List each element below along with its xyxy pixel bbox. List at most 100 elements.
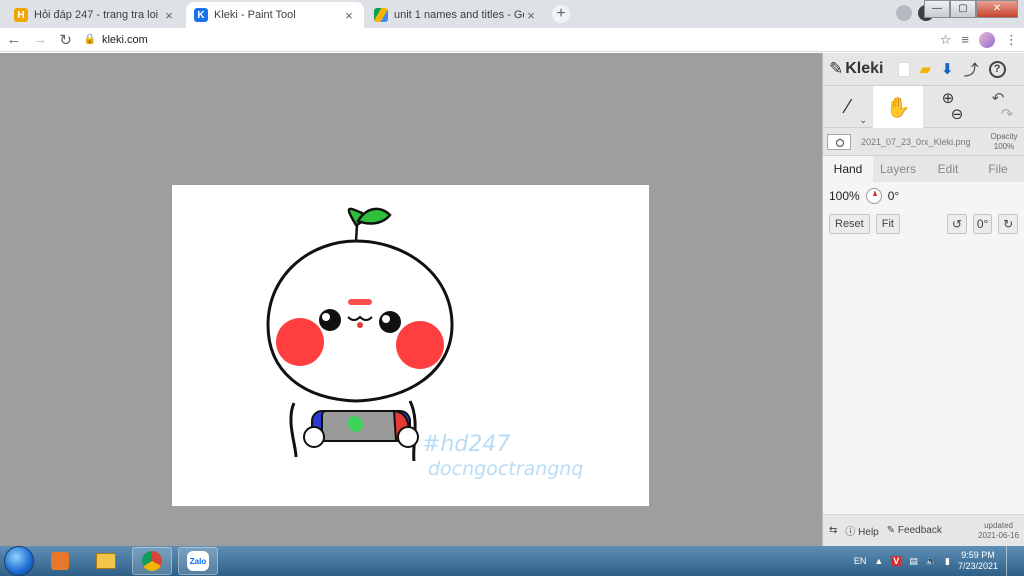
file-name: 2021_07_23_0rx_Kleki.png: [861, 136, 971, 147]
feedback-link[interactable]: ✎ Feedback: [887, 525, 942, 536]
taskbar-media-player[interactable]: [40, 547, 80, 575]
tab-title: Hỏi đáp 247 - trang tra loi: [34, 9, 159, 21]
eye-right: [379, 311, 401, 333]
chevron-down-icon[interactable]: ⌄: [859, 115, 867, 126]
language-indicator[interactable]: EN: [854, 556, 867, 566]
hand-tool-settings: 100% 0° Reset Fit ↺ 0° ↻: [823, 182, 1024, 542]
zoom-tool: ⊕ ⊖: [923, 86, 973, 128]
browser-toolbar: ← → ↻ 🔒 kleki.com ☆ ≡ ⋮: [0, 28, 1024, 52]
fit-button[interactable]: Fit: [875, 214, 900, 234]
tab-close-icon[interactable]: ×: [162, 8, 176, 23]
blush-right: [396, 321, 444, 369]
browser-tabstrip: H Hỏi đáp 247 - trang tra loi × K Kleki …: [0, 0, 1024, 28]
sprout-stem: [354, 224, 359, 242]
tab-hand[interactable]: Hand: [823, 156, 873, 182]
open-folder-icon[interactable]: ▰: [920, 60, 932, 78]
window-controls: — ▢ ✕: [924, 0, 1018, 18]
chrome-icon: [142, 551, 162, 571]
drawing-illustration: #hd247 docngoctrangnq: [266, 207, 583, 480]
new-file-icon[interactable]: [897, 61, 910, 77]
hoidap-favicon-icon: H: [14, 8, 28, 22]
chrome-menu-icon[interactable]: ⋮: [1005, 32, 1018, 48]
undo-icon[interactable]: ↶: [992, 91, 1005, 107]
compass-icon: [865, 188, 882, 204]
tab-close-icon[interactable]: ×: [524, 8, 538, 23]
drive-favicon-icon: [374, 8, 388, 22]
help-link[interactable]: ⓘ Help: [845, 523, 878, 538]
zoom-out-icon[interactable]: ⊖: [951, 107, 964, 123]
system-tray: EN ▲ V ▤ 🔈 ▮ 9:59 PM 7/23/2021: [854, 546, 1016, 576]
signal-icon[interactable]: ▮: [945, 556, 950, 567]
eye-left: [319, 309, 341, 331]
tab-title: Kleki - Paint Tool: [214, 9, 296, 21]
hand-left: [303, 426, 325, 448]
canvas-thumbnail: [827, 133, 851, 150]
sprout-leaf-right: [356, 207, 392, 225]
hand-tool-button[interactable]: ✋: [873, 86, 923, 128]
brush-icon: ⁄: [846, 95, 850, 118]
reading-list-icon[interactable]: ≡: [961, 32, 969, 47]
tab-google-drive[interactable]: unit 1 names and titles - Google ×: [366, 2, 546, 28]
rotate-right-icon[interactable]: ↻: [998, 214, 1019, 234]
kleki-favicon-icon: K: [194, 8, 208, 22]
redo-icon[interactable]: ↷: [1001, 107, 1014, 123]
brow-mark: [348, 299, 372, 305]
help-icon[interactable]: ?: [988, 60, 1006, 78]
bookmark-star-icon[interactable]: ☆: [940, 32, 952, 48]
tab-hoidap[interactable]: H Hỏi đáp 247 - trang tra loi ×: [6, 2, 184, 28]
network-icon[interactable]: ▤: [909, 556, 918, 567]
close-window-button[interactable]: ✕: [976, 0, 1018, 18]
taskbar-chrome[interactable]: [132, 547, 172, 575]
reload-icon[interactable]: ↻: [54, 31, 78, 49]
profile-avatar[interactable]: [979, 31, 996, 48]
share-icon[interactable]: ⤴: [964, 59, 979, 80]
taskbar-clock[interactable]: 9:59 PM 7/23/2021: [958, 550, 998, 572]
kleki-logo[interactable]: ✎ Kleki: [829, 59, 884, 79]
back-arrow-icon[interactable]: ←: [2, 31, 26, 48]
zoom-in-icon[interactable]: ⊕: [942, 91, 955, 107]
body-left: [289, 402, 298, 458]
download-save-icon[interactable]: ⬇: [941, 60, 954, 78]
rotate-left-icon[interactable]: ↺: [947, 214, 967, 234]
taskbar-zalo[interactable]: Zalo: [178, 547, 218, 575]
canvas-area[interactable]: #hd247 docngoctrangnq: [0, 53, 822, 546]
kleki-logo-text: Kleki: [845, 60, 884, 77]
tab-title: unit 1 names and titles - Google: [394, 9, 524, 21]
antivirus-tray-icon[interactable]: V: [891, 556, 902, 566]
drawing-canvas[interactable]: #hd247 docngoctrangnq: [172, 185, 649, 506]
panel-tabs: Hand Layers Edit File: [823, 156, 1024, 182]
address-bar[interactable]: 🔒 kleki.com: [84, 30, 940, 50]
volume-icon[interactable]: 🔈: [926, 556, 937, 567]
folder-icon: [96, 553, 116, 569]
show-desktop-button[interactable]: [1006, 546, 1016, 576]
rotation-angle: 0°: [887, 189, 900, 203]
brush-tool-button[interactable]: ⁄ ⌄: [823, 86, 873, 128]
tray-chevron-icon[interactable]: ▲: [874, 556, 883, 566]
extension-icon[interactable]: [896, 5, 912, 21]
new-tab-button[interactable]: +: [552, 5, 570, 23]
reset-button[interactable]: Reset: [829, 214, 870, 234]
tab-close-icon[interactable]: ×: [342, 8, 356, 23]
media-player-icon: [51, 552, 69, 570]
updated-info: updated 2021-06-16: [978, 520, 1019, 540]
url-text: kleki.com: [101, 33, 148, 46]
blush-left: [276, 318, 324, 366]
zalo-icon: Zalo: [187, 551, 209, 571]
swap-side-icon[interactable]: ⇆: [829, 525, 837, 536]
taskbar-explorer[interactable]: [86, 547, 126, 575]
rotation-reset-button[interactable]: 0°: [972, 214, 993, 234]
undo-redo-tool: ↶ ↷: [973, 86, 1023, 128]
start-button[interactable]: [4, 546, 34, 576]
tab-layers[interactable]: Layers: [873, 156, 923, 182]
watermark-line1: #hd247: [422, 432, 510, 457]
tab-edit[interactable]: Edit: [923, 156, 973, 182]
minimize-button[interactable]: —: [924, 0, 950, 18]
panel-footer: ⇆ ⓘ Help ✎ Feedback updated 2021-06-16: [823, 514, 1024, 546]
lock-icon: 🔒: [83, 34, 96, 45]
forward-arrow-icon[interactable]: →: [28, 31, 52, 48]
maximize-button[interactable]: ▢: [950, 0, 976, 18]
tab-kleki[interactable]: K Kleki - Paint Tool ×: [186, 2, 364, 28]
tab-file[interactable]: File: [973, 156, 1023, 182]
layer-file-row[interactable]: 2021_07_23_0rx_Kleki.png Opacity 100%: [823, 128, 1024, 156]
zoom-level: 100%: [829, 189, 860, 203]
